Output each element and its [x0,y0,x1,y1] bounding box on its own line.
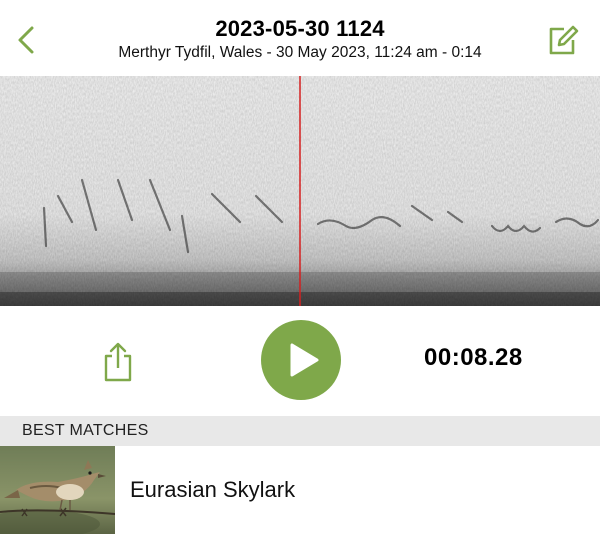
header: 2023-05-30 1124 Merthyr Tydfil, Wales - … [0,0,600,76]
list-item[interactable]: Eurasian Skylark [0,446,600,534]
species-name: Eurasian Skylark [130,477,296,502]
play-icon [290,343,319,377]
section-label: BEST MATCHES [22,422,149,439]
play-button[interactable] [261,320,341,400]
best-matches-header: BEST MATCHES [0,416,600,446]
edit-icon [549,25,579,55]
elapsed-time: 00:08.28 [424,344,523,371]
recording-details: Merthyr Tydfil, Wales - 30 May 2023, 11:… [118,44,482,61]
species-thumbnail [0,446,115,534]
playback-controls: 00:08.28 [0,306,600,416]
share-button[interactable] [100,340,136,382]
page-title: 2023-05-30 1124 [215,16,385,41]
spectrogram[interactable] [0,76,600,306]
share-icon [104,342,132,382]
edit-button[interactable] [542,20,582,60]
